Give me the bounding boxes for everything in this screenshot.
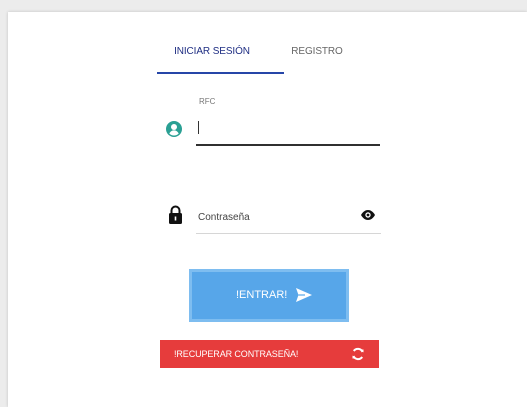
tab-login[interactable]: INICIAR SESIÓN [157,37,267,73]
text-cursor [198,121,199,134]
tab-register[interactable]: REGISTRO [277,37,357,73]
active-tab-indicator [157,72,284,74]
rfc-input[interactable] [196,113,380,146]
rfc-label: RFC [199,97,216,106]
eye-icon[interactable] [360,209,376,221]
enter-button-label: !ENTRAR! [236,289,288,301]
password-input[interactable] [196,201,381,234]
enter-button[interactable]: !ENTRAR! [189,269,349,322]
recover-password-button[interactable]: !RECUPERAR CONTRASEÑA! [160,340,379,368]
send-icon [296,288,312,302]
login-tabs: INICIAR SESIÓN REGISTRO [157,37,381,75]
lock-icon [169,205,182,224]
recover-password-label: !RECUPERAR CONTRASEÑA! [174,349,299,359]
refresh-icon [352,347,364,361]
user-circle-icon [166,121,182,137]
